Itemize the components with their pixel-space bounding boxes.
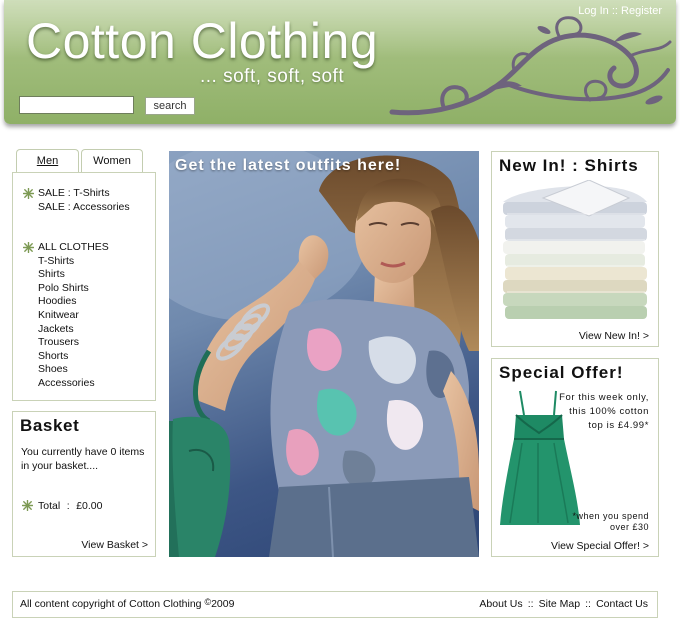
view-basket-link[interactable]: View Basket > — [81, 539, 148, 551]
nav-item-label: Polo Shirts — [38, 281, 89, 294]
special-offer-title: Special Offer! — [499, 363, 624, 382]
leaf-icon — [23, 242, 34, 253]
nav-item-jackets[interactable]: Jackets — [38, 323, 109, 337]
nav-item-trousers[interactable]: Trousers — [38, 336, 109, 350]
leaf-icon — [23, 188, 34, 199]
new-in-title: New In! : Shirts — [499, 156, 639, 175]
nav-item-shirts[interactable]: Shirts — [38, 268, 109, 282]
hero-caption: Get the latest outfits here! — [175, 157, 402, 174]
search-input[interactable] — [19, 96, 134, 114]
nav-item-label: Jackets — [38, 322, 74, 335]
nav-item-sale-tshirts[interactable]: SALE : T-Shirts — [23, 187, 130, 201]
clothes-list: ALL CLOTHES T-Shirts Shirts Polo Shirts … — [23, 241, 109, 391]
basket-total-label: Total — [38, 500, 61, 512]
nav-item-label: Accessories — [38, 376, 95, 389]
site-header: Cotton Clothing ... soft, soft, soft Log… — [4, 0, 676, 124]
footer-separator: :: — [585, 598, 591, 610]
site-title: Cotton Clothing — [26, 13, 379, 69]
tab-women-label: Women — [93, 155, 131, 167]
nav-item-tshirts[interactable]: T-Shirts — [38, 255, 109, 269]
hero-model-image — [169, 151, 479, 557]
nav-item-all-clothes[interactable]: ALL CLOTHES — [23, 241, 109, 255]
auth-separator: :: — [611, 5, 618, 17]
contact-us-link[interactable]: Contact Us — [596, 598, 648, 610]
nav-item-label: SALE : T-Shirts — [38, 187, 110, 199]
special-offer-text: For this week only, this 100% cotton top… — [559, 392, 649, 431]
copyright-year: 2009 — [211, 598, 235, 610]
search-button[interactable]: search — [145, 97, 195, 115]
basket-total: Total: £0.00 — [22, 500, 103, 512]
basket-title: Basket — [20, 416, 80, 435]
decorative-swirl-icon — [389, 16, 672, 116]
nav-item-label: Knitwear — [38, 308, 79, 321]
login-link[interactable]: Log In — [578, 5, 609, 17]
footer-links: About Us:: Site Map:: Contact Us — [479, 598, 648, 610]
nav-item-hoodies[interactable]: Hoodies — [38, 295, 109, 309]
nav-item-label: Shoes — [38, 363, 68, 376]
new-in-panel: New In! : Shirts View New In! > — [491, 151, 659, 347]
view-new-in-link[interactable]: View New In! > — [579, 330, 649, 342]
nav-item-label: Shorts — [38, 349, 69, 362]
copyright-prefix: All content copyright of Cotton Clothing — [20, 598, 202, 610]
nav-item-label: Trousers — [38, 336, 80, 349]
nav-item-label: Hoodies — [38, 295, 77, 308]
about-us-link[interactable]: About Us — [479, 598, 522, 610]
site-footer: All content copyright of Cotton Clothing… — [12, 591, 658, 618]
basket-message: You currently have 0 items in your baske… — [21, 446, 145, 472]
folded-shirts-image[interactable] — [499, 180, 651, 322]
nav-item-label: SALE : Accessories — [38, 200, 130, 213]
basket-panel: Basket You currently have 0 items in you… — [12, 411, 156, 557]
category-tabs: Men Women — [12, 149, 156, 173]
footer-separator: :: — [527, 598, 534, 610]
category-nav-panel: SALE : T-Shirts SALE : Accessories ALL C… — [12, 172, 156, 401]
basket-total-value: £0.00 — [76, 500, 103, 512]
site-map-link[interactable]: Site Map — [539, 598, 580, 610]
tab-men[interactable]: Men — [16, 149, 79, 173]
nav-item-label: Shirts — [38, 268, 65, 281]
hero-banner[interactable]: Get the latest outfits here! — [169, 151, 479, 557]
nav-item-label: T-Shirts — [38, 254, 75, 267]
special-offer-note: *when you spend over £30 — [572, 511, 649, 532]
tab-women[interactable]: Women — [81, 149, 143, 173]
auth-links: Log In :: Register — [578, 5, 662, 17]
special-offer-panel: Special Offer! For this week only, this … — [491, 358, 659, 557]
copyright-text: All content copyright of Cotton Clothing… — [20, 597, 235, 610]
nav-item-shorts[interactable]: Shorts — [38, 350, 109, 364]
nav-item-label: ALL CLOTHES — [38, 241, 109, 253]
copyright-symbol: © — [204, 597, 212, 607]
tab-men-label: Men — [36, 155, 59, 167]
nav-item-polo-shirts[interactable]: Polo Shirts — [38, 282, 109, 296]
sale-list: SALE : T-Shirts SALE : Accessories — [23, 187, 130, 215]
nav-item-accessories[interactable]: Accessories — [38, 377, 109, 391]
nav-item-shoes[interactable]: Shoes — [38, 363, 109, 377]
nav-item-sale-accessories[interactable]: SALE : Accessories — [38, 201, 130, 215]
site-tagline: ... soft, soft, soft — [200, 66, 345, 87]
leaf-icon — [22, 500, 33, 511]
register-link[interactable]: Register — [621, 5, 662, 17]
nav-item-knitwear[interactable]: Knitwear — [38, 309, 109, 323]
basket-total-separator: : — [66, 500, 70, 512]
view-special-offer-link[interactable]: View Special Offer! > — [551, 540, 649, 552]
